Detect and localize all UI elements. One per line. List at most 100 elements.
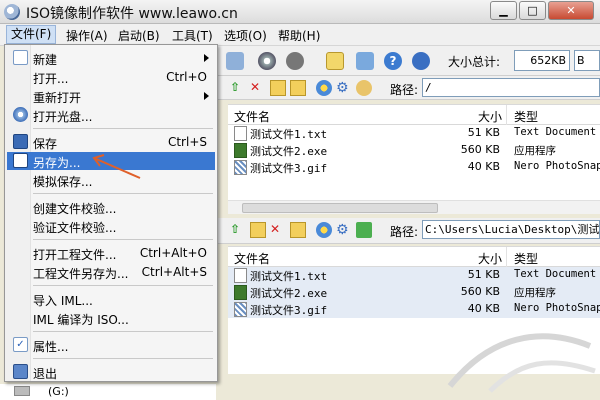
exe-file-icon [234, 285, 247, 300]
menu-item-save[interactable]: 保存 Ctrl+S [7, 133, 215, 151]
delete-icon[interactable]: ✕ [250, 80, 266, 96]
col-type[interactable]: 类型 [514, 250, 538, 267]
table-row[interactable]: 测试文件2.exe 560 KB 应用程序 [228, 142, 600, 159]
menu-item-save-project-as[interactable]: 工程文件另存为... Ctrl+Alt+S [7, 263, 215, 281]
delete-icon[interactable]: ✕ [270, 222, 286, 238]
exe-file-icon [234, 143, 247, 158]
col-filename[interactable]: 文件名 [234, 108, 270, 125]
top-path-field[interactable]: / [422, 78, 600, 97]
table-row[interactable]: 测试文件1.txt 51 KB Text Document [228, 267, 600, 284]
file-size: 40 KB [467, 302, 500, 315]
app-window: ISO镜像制作软件 www.leawo.cn ▁ □ ✕ 文件(F) 操作(A)… [0, 0, 600, 400]
window-title: ISO镜像制作软件 www.leawo.cn [26, 6, 238, 22]
top-pane-toolbar: ⇧ ✕ ⚙ 路径: / [216, 76, 600, 100]
table-row[interactable]: 测试文件1.txt 51 KB Text Document [228, 125, 600, 142]
help-icon[interactable]: ? [384, 52, 402, 70]
menu-item-open-disc[interactable]: 打开光盘... [7, 106, 215, 124]
folder-icon[interactable] [290, 80, 306, 96]
top-path-label: 路径: [390, 83, 419, 97]
gif-file-icon [234, 302, 247, 317]
toolbar-props-icon[interactable] [226, 52, 244, 70]
close-button[interactable]: ✕ [548, 1, 594, 20]
file-menu-dropdown: 新建 打开... Ctrl+O 重新打开 打开光盘... 保存 Ctrl+S 另… [4, 44, 218, 382]
settings-gear-icon[interactable]: ⚙ [336, 222, 352, 238]
file-size: 560 KB [460, 143, 500, 156]
menu-action[interactable]: 操作(A) [66, 27, 108, 44]
menu-item-import-iml[interactable]: 导入 IML... [7, 290, 215, 308]
main-toolbar: ? 大小总计: 652KB B [216, 46, 600, 76]
col-size[interactable]: 大小 [478, 108, 502, 125]
col-size[interactable]: 大小 [478, 250, 502, 267]
burn-cd-icon[interactable] [258, 52, 276, 70]
file-name: 测试文件3.gif [250, 162, 328, 175]
menu-item-verify-checksum[interactable]: 验证文件校验... [7, 217, 215, 235]
globe-icon[interactable] [316, 222, 332, 238]
settings-gear-icon[interactable]: ⚙ [336, 80, 352, 96]
top-horizontal-scrollbar[interactable] [228, 200, 600, 214]
file-type: Text Document [514, 126, 597, 138]
disc-info-icon[interactable] [356, 52, 374, 70]
menu-separator [33, 358, 213, 359]
txt-file-icon [234, 268, 247, 283]
menu-item-open[interactable]: 打开... Ctrl+O [7, 68, 215, 86]
maximize-button[interactable]: □ [519, 1, 546, 20]
watermark-logo [447, 333, 596, 393]
menu-item-new[interactable]: 新建 [7, 49, 215, 67]
bottom-pane-toolbar: ⇧ ✕ ⚙ 路径: C:\Users\Lucia\Desktop\测试 [216, 218, 600, 244]
table-row[interactable]: 测试文件3.gif 40 KB Nero PhotoSnap [228, 159, 600, 176]
table-row[interactable]: 测试文件2.exe 560 KB 应用程序 [228, 284, 600, 301]
bottom-path-field[interactable]: C:\Users\Lucia\Desktop\测试 [422, 220, 600, 239]
boot-icon[interactable] [356, 80, 372, 96]
file-type: Text Document [514, 268, 597, 280]
file-type: Nero PhotoSnap [514, 160, 600, 172]
edit-doc-icon[interactable] [326, 52, 344, 70]
minimize-button[interactable]: ▁ [490, 1, 517, 20]
scroll-thumb[interactable] [242, 203, 438, 213]
menu-item-properties[interactable]: ✓ 属性... [7, 336, 215, 354]
unit-select[interactable]: B [574, 50, 600, 71]
menu-boot[interactable]: 启动(B) [118, 27, 160, 44]
menu-item-reopen[interactable]: 重新打开 [7, 87, 215, 105]
total-size-field: 652KB [514, 50, 570, 71]
menu-help[interactable]: 帮助(H) [278, 27, 320, 44]
bottom-list-header: 文件名 大小 类型 [228, 247, 600, 267]
col-filename[interactable]: 文件名 [234, 250, 270, 267]
menu-separator [33, 285, 213, 286]
menu-file[interactable]: 文件(F) [6, 25, 57, 44]
file-size: 40 KB [467, 160, 500, 173]
menu-separator [33, 128, 213, 129]
exit-icon [13, 364, 28, 379]
menu-options[interactable]: 选项(O) [224, 27, 267, 44]
file-size: 560 KB [460, 285, 500, 298]
menu-tools[interactable]: 工具(T) [172, 27, 213, 44]
file-size: 51 KB [467, 126, 500, 139]
file-name: 测试文件2.exe [250, 145, 328, 158]
file-name: 测试文件2.exe [250, 287, 328, 300]
up-arrow-icon[interactable]: ⇧ [230, 80, 246, 96]
menu-separator [33, 239, 213, 240]
power-icon[interactable] [412, 52, 430, 70]
txt-file-icon [234, 126, 247, 141]
menu-item-create-checksum[interactable]: 创建文件校验... [7, 198, 215, 216]
refresh-icon[interactable] [356, 222, 372, 238]
menu-item-open-project[interactable]: 打开工程文件... Ctrl+Alt+O [7, 244, 215, 262]
col-type[interactable]: 类型 [514, 108, 538, 125]
folder-icon[interactable] [290, 222, 306, 238]
disc-tool-icon[interactable] [286, 52, 304, 70]
file-size: 51 KB [467, 268, 500, 281]
file-name: 测试文件1.txt [250, 128, 328, 141]
globe-icon[interactable] [316, 80, 332, 96]
gif-file-icon [234, 160, 247, 175]
up-arrow-icon[interactable]: ⇧ [230, 222, 246, 238]
menu-item-compile-iml[interactable]: IML 编译为 ISO... [7, 309, 215, 327]
menu-separator [33, 331, 213, 332]
file-name: 测试文件3.gif [250, 304, 328, 317]
menu-item-exit[interactable]: 退出 [7, 363, 215, 381]
annotation-arrow [92, 154, 141, 179]
file-type: 应用程序 [514, 287, 556, 299]
new-folder-icon[interactable] [250, 222, 266, 238]
menu-bar: 文件(F) 操作(A) 启动(B) 工具(T) 选项(O) 帮助(H) [0, 24, 600, 46]
drive-label[interactable]: (G:) [48, 385, 69, 398]
new-folder-icon[interactable] [270, 80, 286, 96]
menu-separator [33, 193, 213, 194]
